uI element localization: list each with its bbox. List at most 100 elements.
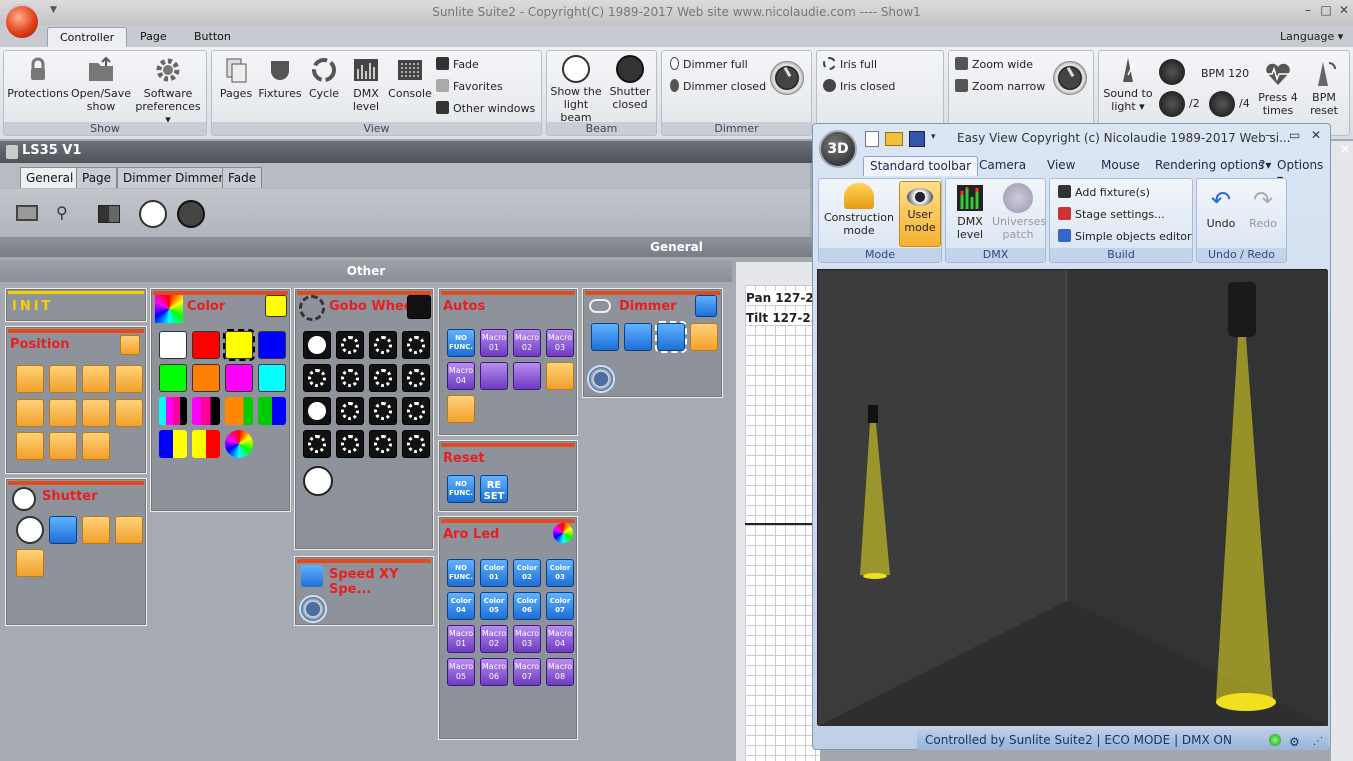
window-icon[interactable] — [16, 205, 38, 221]
aroled-macro-button[interactable]: Macro 02 — [480, 625, 508, 653]
shutter-open-button[interactable] — [16, 516, 44, 544]
autos-bee-button[interactable] — [447, 395, 475, 423]
gobo-button[interactable] — [336, 364, 364, 392]
color-split-6[interactable] — [192, 430, 220, 458]
construction-mode-button[interactable]: Construction mode — [821, 183, 897, 237]
bpm-div2-button[interactable] — [1159, 91, 1185, 117]
color-swatch[interactable] — [159, 331, 187, 359]
redo-button[interactable]: ↷ Redo — [1243, 185, 1283, 230]
pages-button[interactable]: Pages — [216, 55, 256, 100]
tab-page2[interactable]: Page — [76, 167, 118, 188]
search-icon[interactable]: ⚲ — [56, 203, 68, 222]
aroled-macro-button[interactable]: Macro 07 — [513, 658, 541, 686]
other-windows-button[interactable]: Other windows — [436, 101, 535, 115]
aroled-color-button[interactable]: Color 05 — [480, 592, 508, 620]
stage-settings-button[interactable]: Stage settings... — [1058, 207, 1165, 221]
save-disk-icon[interactable] — [909, 131, 925, 147]
ev-close-button[interactable]: ✕ — [1311, 128, 1321, 142]
press-4-times-button[interactable]: Press 4 times — [1255, 59, 1301, 117]
position-preset-9[interactable] — [16, 432, 44, 460]
gobo-button[interactable] — [303, 364, 331, 392]
fixtures-button[interactable]: Fixtures — [258, 55, 302, 100]
gobo-button[interactable] — [336, 331, 364, 359]
color-swatch[interactable] — [159, 364, 187, 392]
dimmer-full-button[interactable]: Dimmer full — [670, 57, 748, 71]
bpm-button-1[interactable] — [1159, 59, 1185, 85]
easyview-logo[interactable]: 3D — [819, 130, 857, 168]
iris-closed-button[interactable]: Iris closed — [823, 79, 895, 93]
color-split-3[interactable] — [225, 397, 253, 425]
autos-no-func-button[interactable]: NO FUNC. — [447, 329, 475, 357]
position-preset-10[interactable] — [49, 432, 77, 460]
ev-dmx-level-button[interactable]: DMX level — [950, 183, 990, 241]
gobo-button[interactable] — [303, 331, 331, 359]
aroled-color-button[interactable]: Color 01 — [480, 559, 508, 587]
layout-icon[interactable] — [98, 205, 120, 223]
zoom-narrow-button[interactable]: Zoom narrow — [955, 79, 1045, 93]
color-rainbow-button[interactable] — [225, 430, 253, 458]
aroled-color-button[interactable]: Color 07 — [546, 592, 574, 620]
open-circle-button[interactable] — [139, 200, 167, 228]
position-preset-1[interactable] — [16, 365, 44, 393]
ev-tab-standard[interactable]: Standard toolbar — [863, 156, 979, 176]
aroled-macro-button[interactable]: Macro 04 — [546, 625, 574, 653]
add-fixture-button[interactable]: Add fixture(s) — [1058, 185, 1150, 199]
autos-speaker-button[interactable] — [546, 362, 574, 390]
dimmer-knob-small[interactable] — [587, 365, 615, 393]
aroled-macro-button[interactable]: Macro 08 — [546, 658, 574, 686]
minimize-button[interactable]: – — [1300, 3, 1316, 19]
open-save-button[interactable]: Open/Save show — [70, 55, 132, 113]
position-preset-2[interactable] — [49, 365, 77, 393]
3d-scene-viewport[interactable] — [817, 269, 1328, 726]
dimmer-preset-4[interactable] — [690, 323, 718, 351]
tab-controller[interactable]: Controller — [47, 27, 128, 47]
bpm-div4-button[interactable] — [1209, 91, 1235, 117]
dimmer-preset-3[interactable] — [655, 321, 687, 353]
shutter-preset-3[interactable] — [16, 549, 44, 577]
shutter-strobe-button[interactable] — [49, 516, 77, 544]
quick-access-arrow-icon[interactable]: ▼ — [50, 5, 57, 15]
favorites-button[interactable]: Favorites — [436, 79, 503, 93]
open-folder-icon[interactable] — [885, 132, 903, 146]
autos-macro-03[interactable]: Macro 03 — [546, 329, 574, 357]
close-fixture-icon[interactable]: ✕ — [1339, 142, 1351, 158]
settings-icon[interactable]: ⚙ — [1289, 732, 1300, 752]
aroled-color-button[interactable]: Color 02 — [513, 559, 541, 587]
color-swatch[interactable] — [225, 364, 253, 392]
app-menu-orb[interactable] — [4, 4, 40, 40]
bpm-reset-button[interactable]: BPM reset — [1301, 59, 1347, 117]
ev-options-menu[interactable]: Options ▾ — [1271, 156, 1330, 186]
new-file-icon[interactable] — [865, 131, 879, 147]
autos-macro-01[interactable]: Macro 01 — [480, 329, 508, 357]
position-preset-8[interactable] — [115, 399, 143, 427]
reset-no-func-button[interactable]: NO FUNC. — [447, 475, 475, 503]
color-swatch[interactable] — [258, 364, 286, 392]
color-swatch[interactable] — [192, 331, 220, 359]
dimmer-preset-2[interactable] — [624, 323, 652, 351]
color-swatch[interactable] — [223, 329, 255, 361]
aroled-macro-button[interactable]: Macro 01 — [447, 625, 475, 653]
color-swatch[interactable] — [192, 364, 220, 392]
quick-access-menu-icon[interactable]: ▾ — [931, 132, 936, 142]
position-preset-3[interactable] — [82, 365, 110, 393]
gobo-button[interactable] — [336, 430, 364, 458]
aroled-color-button[interactable]: Color 06 — [513, 592, 541, 620]
user-mode-button[interactable]: User mode — [899, 181, 941, 247]
tab-page[interactable]: Page — [128, 27, 179, 47]
maximize-button[interactable]: □ — [1318, 3, 1334, 19]
color-split-5[interactable] — [159, 430, 187, 458]
gobo-rotate-button[interactable] — [303, 466, 333, 496]
shutter-preset-1[interactable] — [82, 516, 110, 544]
gobo-button[interactable] — [336, 397, 364, 425]
aroled-color-button[interactable]: Color 04 — [447, 592, 475, 620]
tab-dimmer-dimmer[interactable]: Dimmer Dimmer — [117, 167, 230, 188]
fade-button[interactable]: Fade — [436, 57, 479, 71]
console-button[interactable]: Console — [388, 55, 432, 100]
aroled-macro-button[interactable]: Macro 03 — [513, 625, 541, 653]
tab-general[interactable]: General — [20, 167, 80, 188]
gobo-button[interactable] — [402, 331, 430, 359]
color-split-2[interactable] — [192, 397, 220, 425]
init-title[interactable]: INIT — [12, 299, 53, 314]
gobo-button[interactable] — [369, 331, 397, 359]
gobo-button[interactable] — [369, 364, 397, 392]
